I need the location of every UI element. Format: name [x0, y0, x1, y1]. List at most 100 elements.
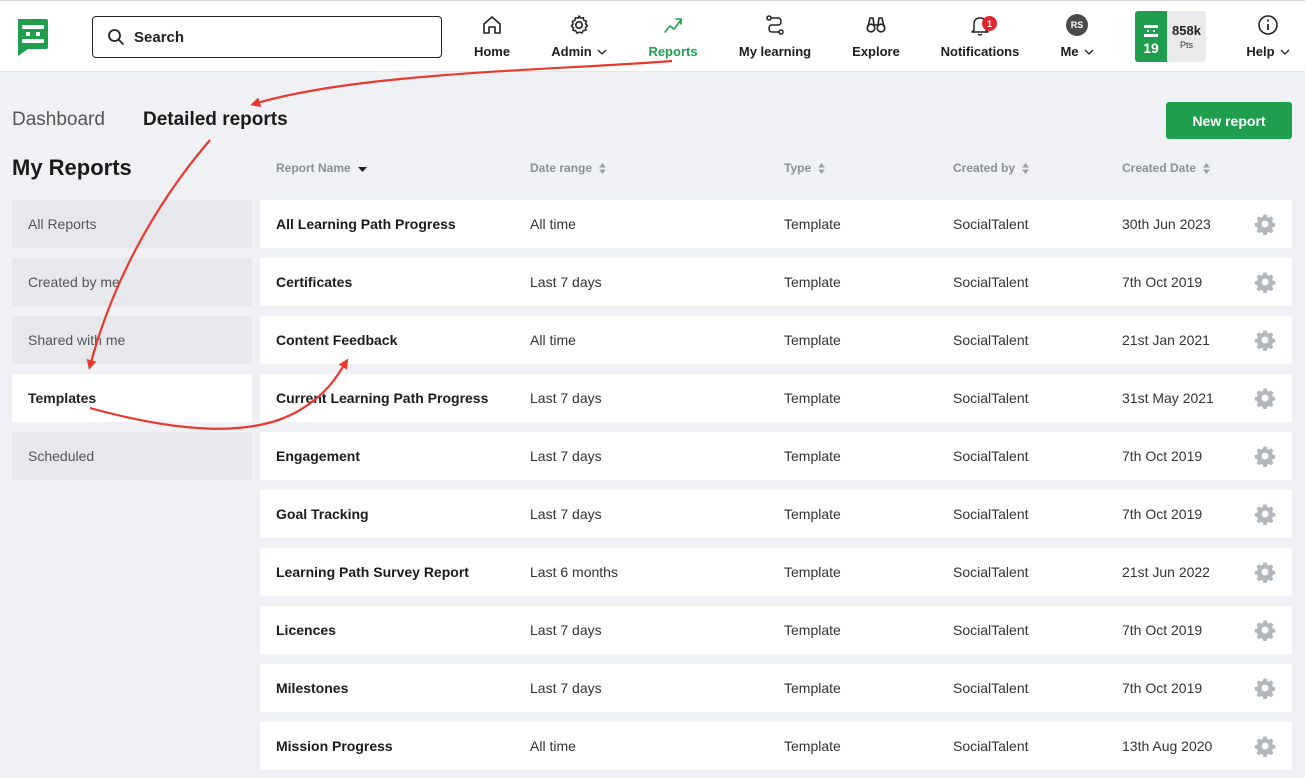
type-cell: Template — [784, 738, 841, 754]
date-range-cell: All time — [530, 738, 576, 754]
type-cell: Template — [784, 564, 841, 580]
sort-icon — [1203, 162, 1211, 174]
report-name-cell[interactable]: Goal Tracking — [276, 490, 369, 538]
settings-gear-icon[interactable] — [1254, 561, 1276, 583]
table-row[interactable]: Learning Path Survey Report Last 6 months… — [260, 548, 1292, 596]
sidebar-item-shared-with-me[interactable]: Shared with me — [12, 316, 252, 364]
settings-gear-icon[interactable] — [1254, 677, 1276, 699]
level-badge: 19 — [1135, 11, 1167, 62]
date-range-cell: Last 7 days — [530, 274, 602, 290]
nav-admin-label: Admin — [551, 44, 592, 59]
settings-gear-icon[interactable] — [1254, 387, 1276, 409]
settings-gear-icon[interactable] — [1254, 445, 1276, 467]
report-name-cell[interactable]: Milestones — [276, 664, 348, 712]
settings-gear-icon[interactable] — [1254, 503, 1276, 525]
column-header-type[interactable]: Type — [784, 161, 826, 175]
created-by-cell: SocialTalent — [953, 738, 1029, 754]
column-header-label: Created by — [953, 161, 1016, 175]
sidebar-item-created-by-me[interactable]: Created by me — [12, 258, 252, 306]
created-by-cell: SocialTalent — [953, 448, 1029, 464]
settings-gear-icon[interactable] — [1254, 271, 1276, 293]
report-name-cell[interactable]: Content Feedback — [276, 316, 397, 364]
report-name-cell[interactable]: Mission Progress — [276, 722, 393, 770]
column-header-label: Date range — [530, 161, 593, 175]
table-row[interactable]: Licences Last 7 days Template SocialTalent 7… — [260, 606, 1292, 654]
table-row[interactable]: Current Learning Path Progress Last 7 day… — [260, 374, 1292, 422]
points-widget[interactable]: 19 858k Pts — [1135, 11, 1206, 62]
table-row[interactable]: Content Feedback All time Template SocialTa… — [260, 316, 1292, 364]
nav-help[interactable]: Help — [1244, 13, 1292, 63]
top-navigation-bar: Home Admin Reports My learning — [0, 0, 1305, 72]
created-by-cell: SocialTalent — [953, 622, 1029, 638]
type-cell: Template — [784, 390, 841, 406]
column-header-created-by[interactable]: Created by — [953, 161, 1030, 175]
search-box[interactable] — [92, 16, 442, 58]
created-date-cell: 7th Oct 2019 — [1122, 680, 1203, 696]
nav-help-label: Help — [1246, 44, 1275, 59]
date-range-cell: All time — [530, 332, 576, 348]
nav-home-label: Home — [473, 44, 511, 59]
created-date-cell: 13th Aug 2020 — [1122, 738, 1213, 754]
tab-dashboard[interactable]: Dashboard — [12, 109, 105, 131]
report-name-cell[interactable]: Current Learning Path Progress — [276, 374, 488, 422]
nav-notifications[interactable]: 1 Notifications — [938, 13, 1022, 63]
column-header-created-date[interactable]: Created Date — [1122, 161, 1211, 175]
sort-descending-icon — [357, 166, 367, 172]
created-date-cell: 30th Jun 2023 — [1122, 216, 1211, 232]
created-by-cell: SocialTalent — [953, 390, 1029, 406]
type-cell: Template — [784, 506, 841, 522]
report-name-cell[interactable]: Engagement — [276, 432, 360, 480]
trend-up-icon — [664, 18, 682, 33]
created-date-cell: 21st Jun 2022 — [1122, 564, 1210, 580]
table-row[interactable]: Certificates Last 7 days Template SocialTal… — [260, 258, 1292, 306]
new-report-button[interactable]: New report — [1166, 102, 1292, 139]
created-by-cell: SocialTalent — [953, 680, 1029, 696]
search-input[interactable] — [134, 28, 414, 46]
sidebar-item-scheduled[interactable]: Scheduled — [12, 432, 252, 480]
report-name-cell[interactable]: All Learning Path Progress — [276, 200, 456, 248]
sort-icon — [599, 162, 607, 174]
binoculars-icon — [866, 17, 886, 33]
nav-my-learning[interactable]: My learning — [736, 13, 814, 63]
table-row[interactable]: All Learning Path Progress All time Templa… — [260, 200, 1292, 248]
info-icon — [1258, 15, 1278, 35]
learning-path-icon — [766, 15, 784, 35]
table-row[interactable]: Goal Tracking Last 7 days Template SocialTa… — [260, 490, 1292, 538]
sidebar-item-templates[interactable]: Templates — [12, 374, 252, 422]
created-by-cell: SocialTalent — [953, 506, 1029, 522]
column-header-date-range[interactable]: Date range — [530, 161, 607, 175]
created-by-cell: SocialTalent — [953, 332, 1029, 348]
brand-logo-icon — [1144, 25, 1158, 37]
table-row[interactable]: Milestones Last 7 days Template SocialTalen… — [260, 664, 1292, 712]
column-header-report-name[interactable]: Report Name — [276, 161, 367, 175]
column-header-label: Report Name — [276, 161, 351, 175]
settings-gear-icon[interactable] — [1254, 735, 1276, 757]
settings-gear-icon[interactable] — [1254, 329, 1276, 351]
date-range-cell: Last 7 days — [530, 390, 602, 406]
brand-logo-icon[interactable] — [14, 17, 50, 57]
date-range-cell: Last 7 days — [530, 622, 602, 638]
report-name-cell[interactable]: Licences — [276, 606, 336, 654]
nav-me[interactable]: RS Me — [1058, 13, 1096, 63]
nav-reports[interactable]: Reports — [646, 13, 700, 63]
tab-detailed-reports[interactable]: Detailed reports — [143, 109, 288, 131]
table-row[interactable]: Engagement Last 7 days Template SocialTalen… — [260, 432, 1292, 480]
gear-icon — [570, 15, 589, 34]
settings-gear-icon[interactable] — [1254, 619, 1276, 641]
type-cell: Template — [784, 680, 841, 696]
chevron-down-icon — [597, 49, 607, 55]
nav-home[interactable]: Home — [472, 13, 512, 63]
nav-explore[interactable]: Explore — [850, 13, 902, 63]
type-cell: Template — [784, 216, 841, 232]
created-by-cell: SocialTalent — [953, 564, 1029, 580]
nav-admin[interactable]: Admin — [549, 13, 609, 63]
type-cell: Template — [784, 332, 841, 348]
report-name-cell[interactable]: Certificates — [276, 258, 352, 306]
date-range-cell: All time — [530, 216, 576, 232]
settings-gear-icon[interactable] — [1254, 213, 1276, 235]
report-name-cell[interactable]: Learning Path Survey Report — [276, 548, 469, 596]
sidebar-item-all-reports[interactable]: All Reports — [12, 200, 252, 248]
date-range-cell: Last 7 days — [530, 506, 602, 522]
date-range-cell: Last 7 days — [530, 680, 602, 696]
table-row[interactable]: Mission Progress All time Template SocialTa… — [260, 722, 1292, 770]
